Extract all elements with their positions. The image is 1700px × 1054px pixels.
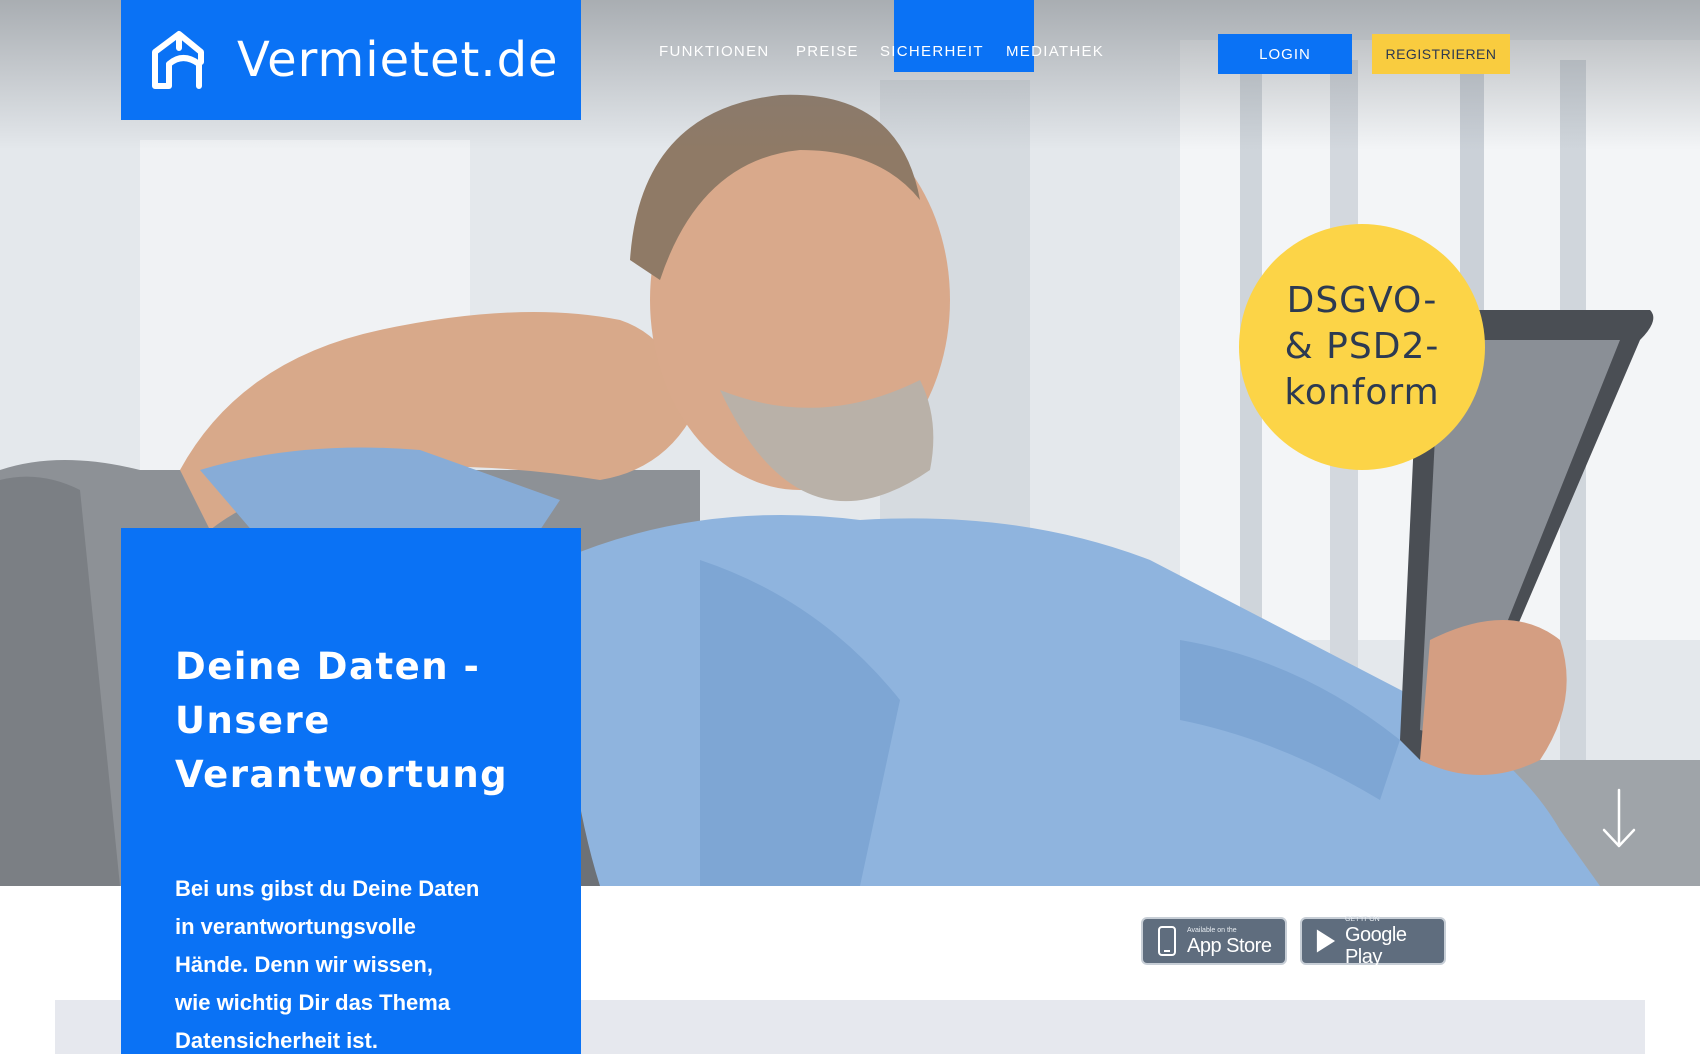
register-button[interactable]: REGISTRIEREN: [1372, 34, 1510, 74]
hero-text-panel: Deine Daten - Unsere Verantwortung Bei u…: [121, 528, 581, 1054]
hero-description-line: Bei uns gibst du Deine Daten: [175, 876, 480, 901]
nav-item-mediathek[interactable]: MEDIATHEK: [1006, 43, 1104, 60]
hero-description-line: in verantwortungsvolle: [175, 914, 416, 939]
badge-line-2: & PSD2-: [1284, 326, 1440, 367]
phone-icon: [1158, 926, 1176, 956]
nav-item-funktionen[interactable]: FUNKTIONEN: [659, 43, 770, 60]
google-play-button[interactable]: GET IT ON Google Play: [1300, 915, 1446, 968]
logo-text: Vermietet.de: [237, 32, 559, 88]
hero-title-line: Verantwortung: [175, 753, 509, 796]
hero-title-line: Unsere: [175, 699, 331, 742]
nav-active-indicator: [894, 0, 1034, 72]
app-store-button[interactable]: Available on the App Store: [1141, 917, 1287, 965]
app-store-caption: Available on the: [1187, 926, 1237, 934]
arrow-down-icon[interactable]: [1600, 788, 1638, 850]
hero-description-line: Datensicherheit ist.: [175, 1028, 378, 1053]
badge-line-3: konform: [1284, 372, 1440, 413]
house-icon: [152, 31, 204, 89]
play-icon: [1316, 929, 1336, 953]
hero-title: Deine Daten - Unsere Verantwortung: [175, 640, 541, 802]
google-play-caption: GET IT ON: [1344, 915, 1380, 923]
nav-item-preise[interactable]: PREISE: [796, 43, 859, 60]
dsgvo-badge: DSGVO- & PSD2- konform: [1239, 224, 1485, 470]
google-play-label: Google Play: [1344, 923, 1407, 968]
hero-title-line: Deine Daten -: [175, 645, 481, 688]
login-button[interactable]: LOGIN: [1218, 34, 1352, 74]
logo[interactable]: Vermietet.de: [121, 0, 581, 120]
badge-line-1: DSGVO-: [1286, 280, 1438, 321]
nav-item-sicherheit[interactable]: SICHERHEIT: [880, 43, 984, 60]
hero-description-line: Hände. Denn wir wissen,: [175, 952, 433, 977]
hero-description-line: wie wichtig Dir das Thema: [175, 990, 451, 1015]
app-store-label: App Store: [1187, 934, 1272, 957]
hero-description: Bei uns gibst du Deine Daten in verantwo…: [175, 870, 541, 1054]
